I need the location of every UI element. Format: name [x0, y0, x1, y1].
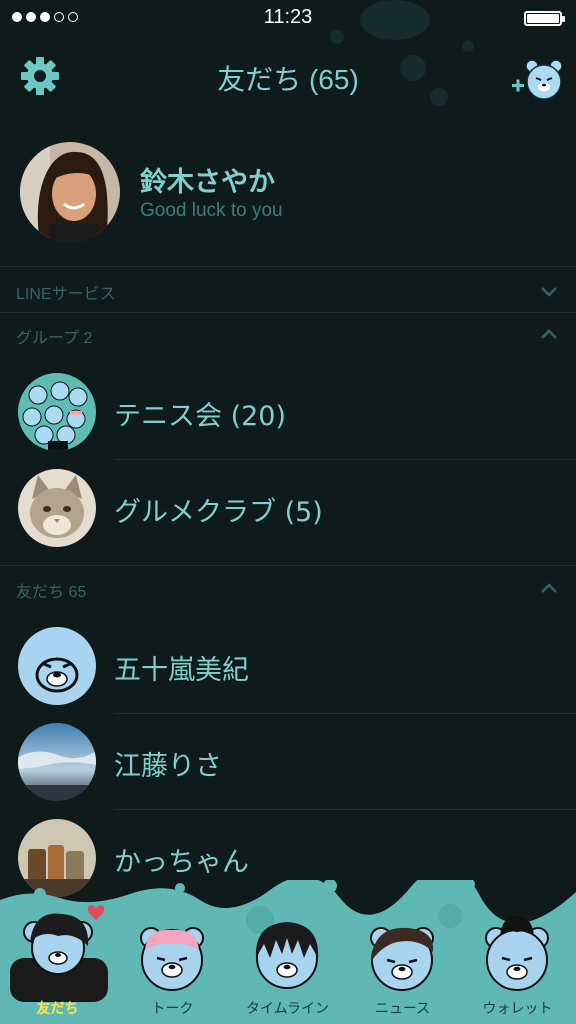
- tab-label: トーク: [151, 1001, 194, 1017]
- bear-character-icon: [255, 922, 319, 989]
- tab-label: 友だち: [36, 1001, 79, 1017]
- bear-avatar: [18, 627, 96, 705]
- cat-avatar: [18, 469, 96, 547]
- tab-label: ニュース: [374, 1001, 431, 1017]
- header: 友だち (65): [0, 42, 576, 112]
- friend-row[interactable]: 江藤りさ: [0, 714, 576, 810]
- tab-label: ウォレット: [482, 1001, 553, 1017]
- chevron-down-icon[interactable]: [540, 282, 558, 300]
- chevron-up-icon[interactable]: [540, 580, 558, 598]
- section-groups[interactable]: グループ 2: [0, 312, 576, 356]
- status-bar: 11:23: [0, 0, 576, 36]
- sky-avatar: [18, 723, 96, 801]
- bear-character-icon: [140, 927, 204, 991]
- add-friend-icon[interactable]: [510, 58, 562, 102]
- profile-name: 鈴木さやか: [140, 167, 275, 198]
- battery-icon: [524, 11, 565, 26]
- friend-name: 江藤りさ: [114, 751, 222, 782]
- friend-name: かっちゃん: [114, 847, 249, 878]
- section-label: グループ 2: [16, 330, 93, 347]
- bear-character-icon: [370, 927, 434, 991]
- divider: [0, 266, 576, 267]
- page-title: 友だち (65): [217, 64, 359, 95]
- tab-label: タイムライン: [245, 1001, 330, 1017]
- group-name: グルメクラブ (5): [114, 497, 323, 528]
- tab-friends[interactable]: 友だち: [0, 900, 115, 1024]
- friend-name: 五十嵐美紀: [114, 655, 249, 686]
- section-label: LINEサービス: [16, 286, 116, 303]
- profile-avatar[interactable]: [20, 142, 120, 242]
- tab-news[interactable]: ニュース: [345, 900, 460, 1024]
- group-row-tennis[interactable]: テニス会 (20): [0, 364, 576, 460]
- group-bears-avatar: [18, 373, 96, 451]
- status-message: Good luck to you: [140, 200, 283, 221]
- tab-timeline[interactable]: タイムライン: [230, 900, 345, 1024]
- status-time: 11:23: [263, 6, 313, 28]
- chevron-up-icon[interactable]: [540, 326, 558, 344]
- tab-wallet[interactable]: ウォレット: [460, 900, 575, 1024]
- bear-character-icon: [485, 916, 549, 991]
- section-line-services[interactable]: LINEサービス: [0, 268, 576, 312]
- tab-bar: 友だち トーク タイムライン ニュース ウォレット: [0, 880, 576, 1024]
- tab-talk[interactable]: トーク: [115, 900, 230, 1024]
- bear-character-icon: [10, 905, 108, 1002]
- my-profile[interactable]: 鈴木さやか Good luck to you: [0, 138, 576, 248]
- section-friends[interactable]: 友だち 65: [0, 566, 576, 610]
- group-row-gourmet[interactable]: グルメクラブ (5): [0, 460, 576, 556]
- friend-row[interactable]: 五十嵐美紀: [0, 618, 576, 714]
- section-label: 友だち 65: [16, 584, 87, 601]
- group-name: テニス会 (20): [114, 401, 287, 432]
